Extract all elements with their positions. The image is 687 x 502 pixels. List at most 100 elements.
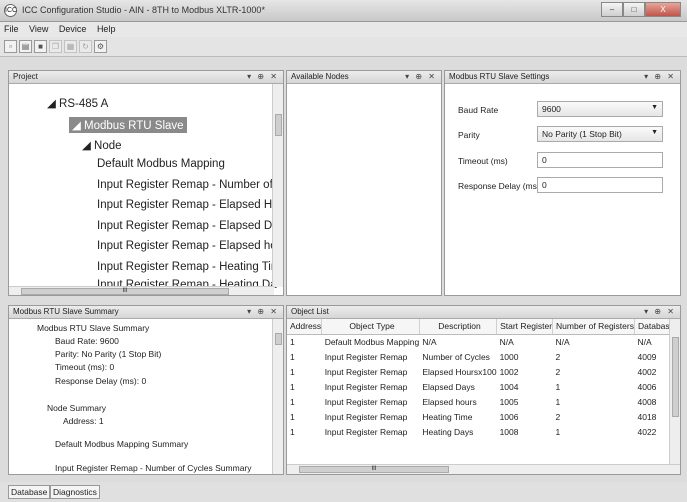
available-nodes-controls[interactable]: ▾ ⊕ ✕ [405,72,437,81]
object-list-pane: Object List ▾ ⊕ ✕ Address Object Type De… [286,305,681,475]
tab-diagnostics[interactable]: Diagnostics [50,485,100,499]
cell: Number of Cycles [422,351,490,362]
refresh-icon[interactable]: ↻ [79,40,92,53]
table-row[interactable]: 1 Input Register Remap Heating Time 1006 2 40… [287,409,680,424]
table-row[interactable]: 1 Input Register Remap Heating Days 1008 1 40… [287,424,680,439]
response-delay-field[interactable]: 0 [537,177,663,193]
cell: 1 [555,396,561,407]
object-list-vertical-scrollbar[interactable] [669,319,680,464]
paste-icon[interactable]: ▦ [64,40,77,53]
maximize-button[interactable]: □ [623,2,645,17]
tree-item[interactable]: Input Register Remap - Heating Tin [97,261,277,273]
summary-line: Modbus RTU Slave Summary [37,323,150,333]
tree-item[interactable]: Input Register Remap - Number of [97,179,273,191]
summary-pane-controls[interactable]: ▾ ⊕ ✕ [247,307,279,316]
cell: Input Register Remap [324,366,408,377]
column-header-number-of-registers[interactable]: Number of Registers [552,319,635,335]
summary-line: Parity: No Parity (1 Stop Bit) [55,349,162,359]
close-button[interactable]: X [645,2,681,17]
available-nodes-pane: Available Nodes ▾ ⊕ ✕ [286,70,442,296]
project-vertical-thumb[interactable] [275,114,282,136]
summary-line: Input Register Remap - Number of Cycles … [55,463,252,473]
menu-file[interactable]: File [0,22,23,34]
cell: 1 [555,426,561,437]
cell: 1008 [499,426,519,437]
cell: Elapsed Days [422,381,475,392]
cell: 1006 [499,411,519,422]
cell: 1002 [499,366,519,377]
toolbar: ▫ ▤ ■ ❐ ▦ ↻ ⚙ [0,37,687,57]
tree-item[interactable]: Input Register Remap - Elapsed ho [97,240,277,252]
cell: N/A [555,336,570,347]
summary-pane: Modbus RTU Slave Summary ▾ ⊕ ✕ Modbus RT… [8,305,284,475]
column-header-address[interactable]: Address [287,319,323,335]
cell: Default Modbus Mapping [324,336,420,347]
cell: 1 [290,351,295,362]
cell: 1 [290,381,295,392]
table-row[interactable]: 1 Default Modbus Mapping N/A N/A N/A N/A [287,334,680,349]
table-row[interactable]: 1 Input Register Remap Elapsed Hoursx100 10… [287,364,680,379]
window-title: ICC Configuration Studio - AIN - 8TH to … [22,5,265,15]
cell: Input Register Remap [324,381,408,392]
object-list-vertical-thumb[interactable] [672,337,679,417]
save-icon[interactable]: ■ [34,40,47,53]
menu-help[interactable]: Help [93,22,120,34]
timeout-field[interactable]: 0 [537,152,663,168]
column-header-start-register[interactable]: Start Register [496,319,554,335]
tree-item[interactable]: Input Register Remap - Elapsed Ho [97,199,279,211]
column-header-object-type[interactable]: Object Type [321,319,420,335]
chevron-down-icon: ▼ [651,129,658,136]
cell: Heating Days [422,426,474,437]
project-horizontal-scrollbar[interactable]: III [9,286,274,295]
tree-item[interactable]: Default Modbus Mapping [97,158,225,170]
cell: 2 [555,366,561,377]
summary-line: Node Summary [47,403,107,413]
chevron-down-icon: ▼ [651,104,658,111]
parity-select[interactable]: No Parity (1 Stop Bit) ▼ [537,126,663,142]
properties-icon[interactable]: ⚙ [94,40,107,53]
cell: 1005 [499,396,519,407]
project-pane-title: Project [13,72,38,81]
column-header-description[interactable]: Description [419,319,498,335]
minimize-button[interactable]: – [601,2,623,17]
project-pane-controls[interactable]: ▾ ⊕ ✕ [247,72,279,81]
cell: N/A [499,336,514,347]
menu-device[interactable]: Device [55,22,91,34]
tab-database[interactable]: Database [8,485,51,499]
baud-rate-value: 9600 [542,104,561,114]
summary-pane-title: Modbus RTU Slave Summary [13,307,119,316]
settings-pane: Modbus RTU Slave Settings ▾ ⊕ ✕ Baud Rat… [444,70,681,296]
table-row[interactable]: 1 Input Register Remap Elapsed Days 1004 1 40… [287,379,680,394]
summary-line: Timeout (ms): 0 [55,362,115,372]
project-horizontal-thumb[interactable]: III [21,288,229,295]
summary-vertical-thumb[interactable] [275,333,282,345]
object-list-horizontal-scrollbar[interactable]: III [287,464,680,474]
cell: N/A [422,336,437,347]
title-bar: ICC ICC Configuration Studio - AIN - 8TH… [0,0,687,22]
menu-view[interactable]: View [25,22,52,34]
tree-item[interactable]: Input Register Remap - Elapsed Da [97,220,279,232]
tree-modbus-rtu-slave[interactable]: ◢ Modbus RTU Slave [69,117,187,133]
baud-rate-select[interactable]: 9600 ▼ [537,101,663,117]
object-list-controls[interactable]: ▾ ⊕ ✕ [644,307,676,316]
table-row[interactable]: 1 Input Register Remap Number of Cycles 100… [287,349,680,364]
cell: 1 [290,366,295,377]
summary-vertical-scrollbar[interactable] [272,319,283,474]
settings-pane-title: Modbus RTU Slave Settings [449,72,550,81]
table-row[interactable]: 1 Input Register Remap Elapsed hours 1005 1 4… [287,394,680,409]
cell: 2 [555,351,561,362]
project-vertical-scrollbar[interactable] [272,84,283,287]
cell: Heating Time [422,411,473,422]
copy-icon[interactable]: ❐ [49,40,62,53]
baud-rate-label: Baud Rate [458,105,499,115]
new-icon[interactable]: ▫ [4,40,17,53]
cell: Elapsed Hoursx100 [422,366,497,377]
tree-node[interactable]: ◢ Node [82,138,122,152]
tree-rs485[interactable]: ◢ RS-485 A [47,96,108,110]
cell: Input Register Remap [324,426,408,437]
object-list-horizontal-thumb[interactable]: III [299,466,449,473]
open-icon[interactable]: ▤ [19,40,32,53]
settings-pane-controls[interactable]: ▾ ⊕ ✕ [644,72,676,81]
object-list-title: Object List [291,307,329,316]
cell: 1 [290,411,295,422]
